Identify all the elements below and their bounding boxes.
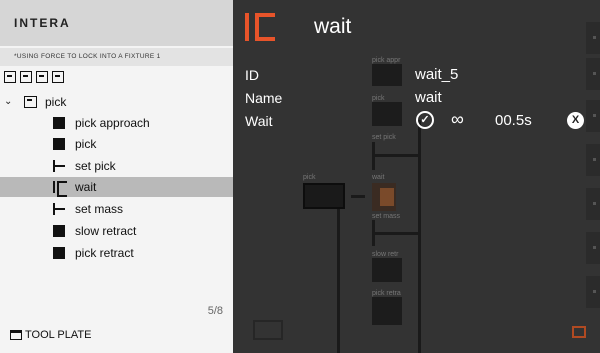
graph-connector xyxy=(337,209,340,353)
tree-item-label: pick retract xyxy=(75,246,134,260)
graph-connector xyxy=(418,120,421,353)
chevron-down-icon[interactable]: ⌄ xyxy=(4,97,14,107)
graph-node-label: set pick xyxy=(372,134,396,141)
name-field[interactable]: wait xyxy=(415,89,442,106)
name-label: Name xyxy=(245,90,283,106)
tree-item-pick-retract[interactable]: pick retract xyxy=(0,243,233,263)
wait-duration-checkbox[interactable]: ✓ xyxy=(416,111,434,129)
detail-panel: pick appr pick set pick pick wait set ma… xyxy=(233,0,600,353)
tree-item-label: wait xyxy=(75,180,97,194)
tree-item-slow-retract[interactable]: slow retract xyxy=(0,221,233,241)
task-subtitle-bar: *USING FORCE TO LOCK INTO A FIXTURE 1 xyxy=(0,48,233,66)
close-button[interactable]: X xyxy=(567,112,584,129)
tree-toolbar xyxy=(4,71,64,83)
wait-infinite-toggle[interactable]: ∞ xyxy=(451,109,464,130)
graph-node[interactable] xyxy=(372,297,402,325)
tree-panel: INTERA *USING FORCE TO LOCK INTO A FIXTU… xyxy=(0,0,233,353)
tool-icon[interactable] xyxy=(572,326,586,338)
tree-item-label: pick approach xyxy=(75,116,150,130)
id-label: ID xyxy=(245,67,259,83)
tree-item-label: slow retract xyxy=(75,224,137,238)
block-icon xyxy=(53,225,65,237)
block-icon xyxy=(53,138,65,150)
graph-node xyxy=(253,320,283,340)
graph-connector xyxy=(372,154,420,157)
graph-node-label: set mass xyxy=(372,213,401,220)
task-subtitle: *USING FORCE TO LOCK INTO A FIXTURE 1 xyxy=(14,53,161,60)
graph-node-label: slow retr xyxy=(372,251,399,258)
id-value: wait_5 xyxy=(415,66,459,83)
app-title: INTERA xyxy=(14,16,71,30)
tree-root-label: pick xyxy=(45,95,67,109)
subtree-icon xyxy=(24,96,37,108)
tool-plate-icon xyxy=(10,330,22,340)
app-header: INTERA xyxy=(0,0,233,46)
node-title: wait xyxy=(314,15,352,38)
wait-icon xyxy=(53,181,67,197)
tree-item-wait[interactable]: wait xyxy=(0,177,233,197)
block-icon xyxy=(53,117,65,129)
wait-duration-field[interactable]: 00.5s xyxy=(495,112,532,129)
layout-icon[interactable] xyxy=(20,71,32,83)
wait-icon xyxy=(245,13,275,41)
tree-item-pick-approach[interactable]: pick approach xyxy=(0,113,233,133)
graph-node-label: pick xyxy=(372,95,385,102)
tree-root-pick[interactable]: ⌄ pick xyxy=(4,93,66,111)
set-icon xyxy=(53,160,65,172)
graph-node[interactable] xyxy=(372,64,402,86)
graph-node-label: pick xyxy=(303,174,316,181)
graph-node-label: wait xyxy=(372,174,385,181)
graph-node[interactable] xyxy=(372,102,402,126)
tree-item-pick[interactable]: pick xyxy=(0,134,233,154)
tool-plate-label: TOOL PLATE xyxy=(25,329,92,341)
layout-icon[interactable] xyxy=(52,71,64,83)
graph-rail xyxy=(586,22,600,342)
tree-item-set-mass[interactable]: set mass xyxy=(0,199,233,219)
tree-item-label: set pick xyxy=(75,159,116,173)
block-icon xyxy=(53,247,65,259)
tree-item-set-pick[interactable]: set pick xyxy=(0,156,233,176)
tool-plate-button[interactable]: TOOL PLATE xyxy=(10,329,91,341)
layout-icon[interactable] xyxy=(4,71,16,83)
graph-subtree-node[interactable] xyxy=(303,183,345,209)
graph-connector xyxy=(351,195,365,198)
wait-label: Wait xyxy=(245,113,273,129)
graph-node[interactable] xyxy=(372,258,402,282)
tree-item-label: set mass xyxy=(75,202,124,216)
page-indicator: 5/8 xyxy=(207,305,223,317)
graph-node-highlight xyxy=(380,188,394,206)
refresh-icon[interactable] xyxy=(36,71,48,83)
set-icon xyxy=(53,203,65,215)
graph-node-label: pick appr xyxy=(372,57,401,64)
graph-node-label: pick retra xyxy=(372,290,401,297)
tree-item-label: pick xyxy=(75,137,97,151)
graph-connector xyxy=(372,232,420,235)
